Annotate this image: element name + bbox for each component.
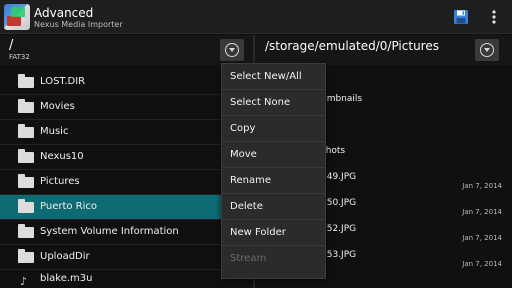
list-item[interactable]: UploadDir [0,245,253,270]
right-path: /storage/emulated/0/Pictures [265,39,439,53]
item-name: 250.JPG [321,198,357,208]
list-item[interactable]: LOST.DIR [0,70,253,95]
folder-icon [18,174,34,188]
left-path: / [9,38,14,53]
chevron-down-icon [225,43,239,57]
folder-icon [18,149,34,163]
menu-item-select-none[interactable]: Select None [222,90,325,116]
menu-item-label: Stream [230,253,267,264]
list-item[interactable]: Nexus10 [0,145,253,170]
action-bar: Advanced Nexus Media Importer [0,0,512,34]
app-icon[interactable] [4,4,30,30]
item-label: System Volume Information [40,226,179,237]
overflow-menu-icon[interactable] [490,9,498,25]
menu-item-rename[interactable]: Rename [222,168,325,194]
filesystem-label: FAT32 [9,53,30,61]
item-name: 252.JPG [321,224,357,234]
menu-item-move[interactable]: Move [222,142,325,168]
menu-item-label: Select None [230,97,291,108]
right-panel-header: /storage/emulated/0/Pictures [255,35,512,65]
menu-item-label: Rename [230,175,272,186]
menu-item-stream: Stream [222,246,325,272]
app-subtitle: Nexus Media Importer [34,20,123,29]
menu-item-select-all[interactable]: Select New/All [222,64,325,90]
menu-item-label: Delete [230,201,263,212]
folder-icon [18,199,34,213]
menu-item-label: New Folder [230,227,286,238]
menu-item-copy[interactable]: Copy [222,116,325,142]
list-item[interactable]: Movies [0,95,253,120]
list-item[interactable]: Pictures [0,170,253,195]
item-date: Jan 7, 2014 [462,234,502,242]
item-label: Music [40,126,69,137]
item-label: blake.m3u [40,273,93,284]
folder-icon [18,224,34,238]
list-item[interactable]: System Volume Information [0,220,253,245]
folder-icon [18,74,34,88]
right-dropdown-button[interactable] [475,39,499,61]
menu-item-delete[interactable]: Delete [222,194,325,220]
app-title: Advanced [34,6,94,20]
menu-item-new-folder[interactable]: New Folder [222,220,325,246]
left-dropdown-button[interactable] [220,39,244,61]
menu-item-label: Select New/All [230,71,302,82]
menu-item-label: Copy [230,123,256,134]
list-item-selected[interactable]: Puerto Rico [0,195,253,220]
item-name: 249.JPG [321,172,357,182]
menu-item-label: Move [230,149,257,160]
item-date: Jan 7, 2014 [462,260,502,268]
item-name: umbnails [321,94,363,104]
folder-icon [18,124,34,138]
folder-icon [18,99,34,113]
list-item[interactable]: Music [0,120,253,145]
left-file-list: LOST.DIR Movies Music Nexus10 Pictures P… [0,70,253,288]
item-date: Jan 7, 2014 [462,208,502,216]
item-label: Pictures [40,176,80,187]
list-item[interactable]: ♪ blake.m3u [0,270,253,288]
item-label: UploadDir [40,251,90,262]
item-label: Movies [40,101,75,112]
item-name: 253.JPG [321,250,357,260]
playlist-file-icon: ♪ [20,275,28,288]
item-label: Puerto Rico [40,201,98,212]
chevron-down-icon [480,43,494,57]
item-label: Nexus10 [40,151,84,162]
item-date: Jan 7, 2014 [462,182,502,190]
left-panel-header: / FAT32 [0,35,253,65]
folder-icon [18,249,34,263]
context-menu: Select New/All Select None Copy Move Ren… [221,63,326,279]
save-icon[interactable] [453,9,469,25]
item-label: LOST.DIR [40,76,86,87]
